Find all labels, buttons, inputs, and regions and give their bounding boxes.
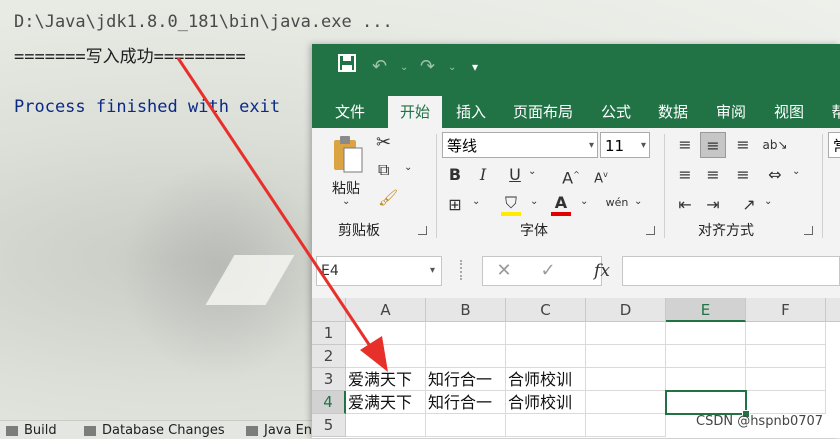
watermark: CSDN @hspnb0707 — [696, 414, 824, 429]
annotation-arrow — [176, 57, 388, 372]
annotation-arrow-head — [360, 336, 388, 372]
annotation-arrow-line — [176, 57, 376, 353]
